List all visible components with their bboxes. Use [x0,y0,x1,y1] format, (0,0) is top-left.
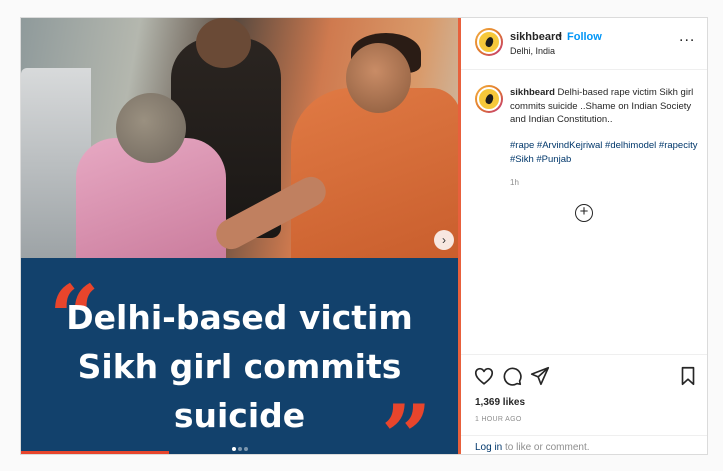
video-frame [21,18,458,258]
comment-icon[interactable] [501,365,523,387]
chevron-right-icon: › [442,233,446,247]
login-prompt: Log in to like or comment. [461,435,707,454]
person-pink-head [116,93,186,163]
caption-avatar[interactable] [475,85,503,113]
login-prompt-text: to like or comment. [502,442,590,453]
post-timestamp: 1 HOUR AGO [475,416,522,423]
post-header: sikhbeard • Follow Delhi, India ... [461,18,707,70]
carousel-dot [237,447,242,451]
instagram-post: › “ Delhi-based victim Sikh girl commits… [20,17,708,455]
post-media[interactable]: › “ Delhi-based victim Sikh girl commits… [21,18,458,454]
more-options-icon[interactable]: ... [679,28,695,46]
likes-count[interactable]: 1,369 likes [475,397,525,408]
avatar-image [477,87,501,111]
hashtags[interactable]: #rape #ArvindKejriwal #delhimodel #rapec… [510,139,700,166]
carousel-dot [243,447,248,451]
person-dark-head [196,18,251,68]
caption-age: 1h [510,178,519,187]
login-link[interactable]: Log in [475,442,502,453]
accent-bar [21,451,169,454]
carousel-next-button[interactable]: › [434,230,454,250]
avatar-image [477,30,501,54]
person-orange-head [346,43,411,113]
avatar[interactable] [475,28,503,56]
page: › “ Delhi-based victim Sikh girl commits… [0,0,723,471]
location-link[interactable]: Delhi, India [510,46,555,56]
bookmark-icon[interactable] [677,365,699,387]
plus-circle-icon[interactable]: + [575,204,593,222]
action-bar: 1,369 likes 1 HOUR AGO Log in to like or… [461,354,707,454]
post-sidebar: sikhbeard • Follow Delhi, India ... sikh… [461,18,707,454]
username-link[interactable]: sikhbeard [510,31,562,43]
follow-button[interactable]: Follow [567,31,602,43]
heart-icon[interactable] [473,365,495,387]
caption-username[interactable]: sikhbeard [510,87,555,98]
person-orange-shape [291,88,458,258]
paper-plane-icon[interactable] [529,365,551,387]
caption: sikhbeard Delhi-based rape victim Sikh g… [510,86,700,127]
carousel-dot [231,447,236,451]
separator-dot: • [558,30,562,42]
